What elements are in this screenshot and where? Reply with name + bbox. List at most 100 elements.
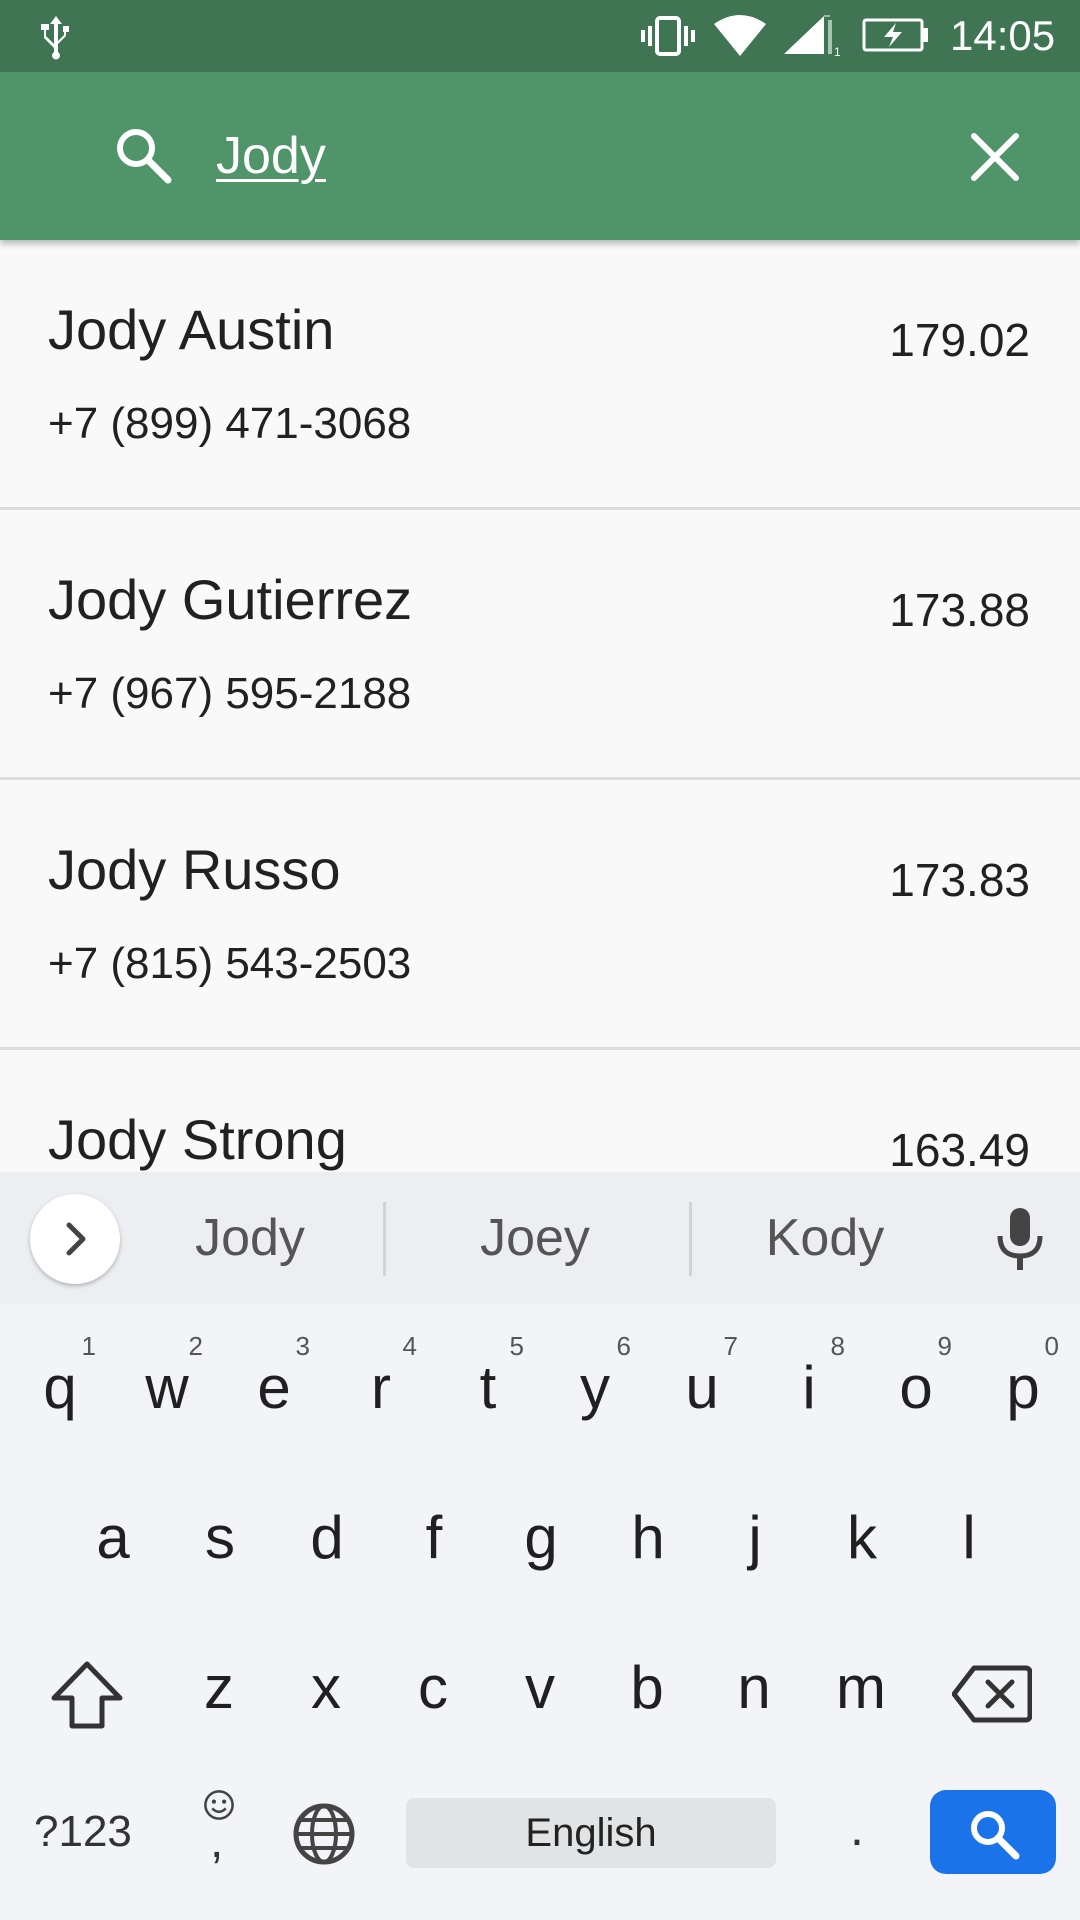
key-i[interactable]: i8	[779, 1332, 845, 1424]
key-o[interactable]: o9	[886, 1332, 952, 1424]
suggestion-3[interactable]: Kody	[720, 1206, 930, 1270]
contact-phone: +7 (899) 471-3068	[48, 399, 412, 448]
key-hint: 6	[616, 1331, 631, 1361]
period-key[interactable]: .	[850, 1800, 864, 1856]
contact-value: 163.49	[889, 1124, 1030, 1172]
key-w[interactable]: w2	[137, 1332, 203, 1424]
vibrate-icon	[641, 16, 695, 56]
shift-key-icon[interactable]	[50, 1658, 124, 1732]
key-label: p	[1006, 1354, 1040, 1421]
space-key[interactable]: English	[406, 1798, 776, 1868]
microphone-icon[interactable]	[992, 1206, 1048, 1272]
key-l[interactable]: l	[939, 1502, 999, 1574]
key-b[interactable]: b	[617, 1652, 677, 1724]
key-label: s	[205, 1504, 235, 1571]
suggestion-divider	[383, 1202, 386, 1276]
key-n[interactable]: n	[724, 1652, 784, 1724]
contact-name: Jody Gutierrez	[48, 568, 413, 631]
chevron-right-icon	[66, 1222, 86, 1256]
key-label: w	[145, 1354, 189, 1421]
key-label: e	[257, 1354, 291, 1421]
search-icon	[971, 1811, 1020, 1860]
svg-text:1: 1	[834, 45, 841, 58]
globe-icon[interactable]	[292, 1802, 356, 1866]
key-hint: 1	[81, 1331, 96, 1361]
suggestion-strip: Jody Joey Kody	[0, 1172, 1080, 1304]
list-item[interactable]: Jody Russo 173.83 +7 (815) 543-2503	[0, 780, 1080, 1050]
suggestion-divider	[689, 1202, 692, 1276]
key-label: r	[371, 1354, 391, 1421]
key-r[interactable]: r4	[351, 1332, 417, 1424]
key-m[interactable]: m	[831, 1652, 891, 1724]
key-label: d	[310, 1504, 344, 1571]
key-label: v	[525, 1654, 555, 1721]
key-e[interactable]: e3	[244, 1332, 310, 1424]
key-p[interactable]: p0	[993, 1332, 1059, 1424]
key-label: u	[685, 1354, 719, 1421]
list-item[interactable]: Jody Austin 179.02 +7 (899) 471-3068	[0, 240, 1080, 510]
key-a[interactable]: a	[83, 1502, 143, 1574]
expand-toolbar-button[interactable]	[30, 1194, 120, 1284]
key-f[interactable]: f	[404, 1502, 464, 1574]
key-label: x	[311, 1654, 341, 1721]
key-q[interactable]: q1	[30, 1332, 96, 1424]
key-j[interactable]: j	[725, 1502, 785, 1574]
key-v[interactable]: v	[510, 1652, 570, 1724]
key-label: g	[524, 1504, 558, 1571]
key-s[interactable]: s	[190, 1502, 250, 1574]
key-label: b	[630, 1654, 664, 1721]
status-time: 14:05	[950, 12, 1056, 59]
key-hint: 5	[509, 1331, 524, 1361]
key-g[interactable]: g	[511, 1502, 571, 1574]
suggestion-2[interactable]: Joey	[430, 1206, 640, 1270]
key-hint: 3	[295, 1331, 310, 1361]
status-bar: 1 14:05	[0, 0, 1080, 72]
battery-charging-icon	[862, 18, 928, 52]
close-icon[interactable]	[966, 128, 1024, 186]
key-label: o	[899, 1354, 933, 1421]
contact-name: Jody Strong	[48, 1108, 347, 1171]
key-c[interactable]: c	[403, 1652, 463, 1724]
search-app-bar: Jody	[0, 72, 1080, 240]
key-k[interactable]: k	[832, 1502, 892, 1574]
symbols-key[interactable]: ?123	[34, 1806, 132, 1858]
wifi-icon	[714, 15, 766, 56]
list-item[interactable]: Jody Gutierrez 173.88 +7 (967) 595-2188	[0, 510, 1080, 780]
key-label: y	[580, 1354, 610, 1421]
contact-name: Jody Russo	[48, 838, 341, 901]
list-item[interactable]: Jody Strong 163.49	[0, 1050, 1080, 1172]
key-label: k	[847, 1504, 877, 1571]
contact-phone: +7 (967) 595-2188	[48, 669, 412, 718]
key-label: f	[425, 1504, 443, 1571]
key-label: a	[96, 1504, 130, 1571]
key-u[interactable]: u7	[672, 1332, 738, 1424]
key-h[interactable]: h	[618, 1502, 678, 1574]
contact-value: 173.83	[889, 854, 1030, 906]
key-hint: 8	[830, 1331, 845, 1361]
key-t[interactable]: t5	[458, 1332, 524, 1424]
search-action-key[interactable]	[930, 1790, 1056, 1874]
suggestion-1[interactable]: Jody	[150, 1206, 350, 1270]
key-label: q	[43, 1354, 77, 1421]
contact-phone: +7 (815) 543-2503	[48, 939, 412, 988]
search-icon	[117, 129, 172, 184]
search-input[interactable]: Jody	[216, 124, 326, 188]
backspace-key-icon[interactable]	[952, 1664, 1032, 1724]
key-x[interactable]: x	[296, 1652, 356, 1724]
contact-name: Jody Austin	[48, 298, 335, 361]
usb-icon	[41, 16, 69, 60]
emoji-comma-key[interactable]: ,	[200, 1788, 240, 1866]
signal-icon: 1	[784, 15, 841, 58]
key-hint: 7	[723, 1331, 738, 1361]
key-hint: 2	[188, 1331, 203, 1361]
key-hint: 9	[937, 1331, 952, 1361]
key-z[interactable]: z	[189, 1652, 249, 1724]
key-label: l	[962, 1504, 976, 1571]
key-label: t	[479, 1354, 497, 1421]
key-label: h	[631, 1504, 665, 1571]
contact-value: 173.88	[889, 584, 1030, 636]
key-d[interactable]: d	[297, 1502, 357, 1574]
key-hint: 0	[1044, 1331, 1059, 1361]
key-y[interactable]: y6	[565, 1332, 631, 1424]
key-label: z	[204, 1654, 234, 1721]
